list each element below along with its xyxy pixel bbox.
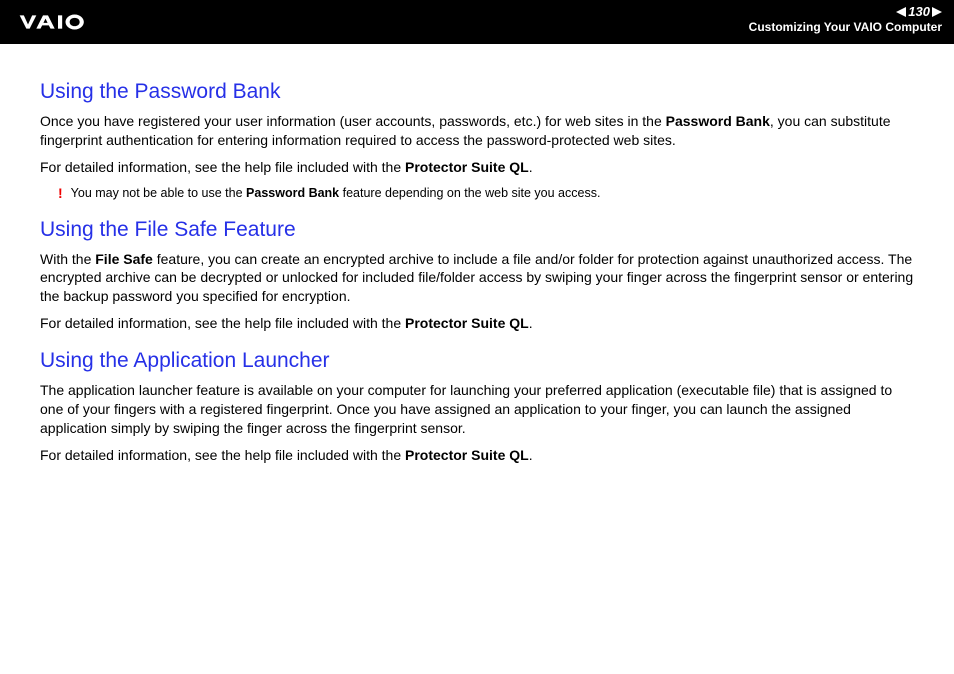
- paragraph: For detailed information, see the help f…: [40, 158, 914, 177]
- section-title: Customizing Your VAIO Computer: [749, 20, 942, 34]
- note-text: You may not be able to use the Password …: [71, 185, 601, 202]
- prev-page-arrow-icon[interactable]: [896, 7, 906, 17]
- vaio-logo: [18, 12, 118, 32]
- next-page-arrow-icon[interactable]: [932, 7, 942, 17]
- content-area: Using the Password Bank Once you have re…: [0, 44, 954, 493]
- paragraph: Once you have registered your user infor…: [40, 112, 914, 150]
- paragraph: For detailed information, see the help f…: [40, 446, 914, 465]
- page-number: 130: [908, 4, 930, 19]
- heading-password-bank: Using the Password Bank: [40, 80, 914, 104]
- page-nav: 130: [749, 4, 942, 19]
- paragraph: With the File Safe feature, you can crea…: [40, 250, 914, 307]
- header-right: 130 Customizing Your VAIO Computer: [749, 4, 942, 34]
- alert-icon: !: [58, 185, 63, 202]
- heading-application-launcher: Using the Application Launcher: [40, 349, 914, 373]
- paragraph: The application launcher feature is avai…: [40, 381, 914, 438]
- header-bar: 130 Customizing Your VAIO Computer: [0, 0, 954, 44]
- heading-file-safe: Using the File Safe Feature: [40, 218, 914, 242]
- note-block: ! You may not be able to use the Passwor…: [40, 185, 914, 202]
- paragraph: For detailed information, see the help f…: [40, 314, 914, 333]
